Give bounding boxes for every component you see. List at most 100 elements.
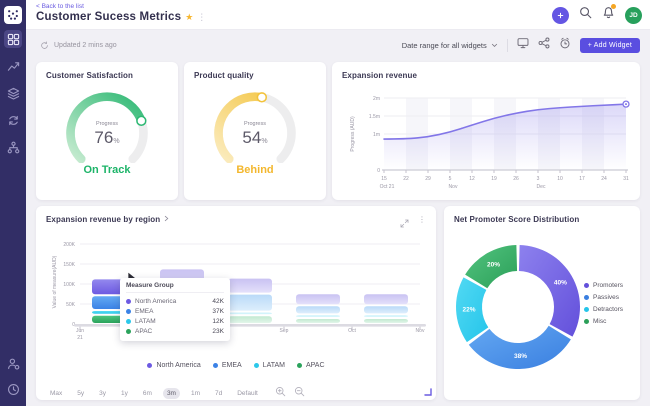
bar-segment-emea[interactable] [228,295,272,311]
gauge-handle[interactable] [257,93,266,102]
sidebar-item-grid[interactable] [4,30,22,48]
bar-segment-latam[interactable] [364,315,408,317]
tooltip-row: North America42K [126,296,224,306]
app-logo[interactable] [4,6,22,24]
axis-tick-label: 21 [77,335,83,341]
tooltip-title: Measure Group [126,282,224,293]
add-widget-button[interactable]: + Add Widget [580,38,640,53]
bar-segment-apac[interactable] [228,316,272,323]
date-range-label: Date range for all widgets [402,41,487,50]
bar-segment-apac[interactable] [296,319,340,323]
share-icon[interactable] [538,36,550,54]
back-link[interactable]: < Back to the list [36,3,84,10]
range-button-3y[interactable]: 3y [95,388,110,399]
legend-dot [584,283,589,288]
tooltip-series-value: 23K [212,328,224,335]
sidebar-item-user-settings[interactable] [4,354,22,372]
series-dot [126,319,131,324]
widget-customer-satisfaction: Customer Satisfaction Progress 76% On Tr… [36,62,178,200]
avatar[interactable]: JD [625,7,642,24]
range-button-3m[interactable]: 3m [163,388,180,399]
range-button-1m[interactable]: 1m [187,388,204,399]
legend-dot [584,319,589,324]
trend-icon [7,60,20,73]
axis-tick-label: 31 [623,176,629,182]
favorite-star-icon[interactable]: ★ [185,13,193,22]
page-title: Customer Sucess Metrics [36,11,181,23]
range-button-1y[interactable]: 1y [117,388,132,399]
donut-slice-promoters[interactable] [519,245,580,337]
legend-label: Promoters [593,282,623,289]
user-settings-icon [7,357,20,370]
slice-percent-label: 22% [463,307,476,314]
widget-expansion-revenue-by-region: Expansion revenue by region ⋮ 050K100K15… [36,206,436,400]
legend-item-passives[interactable]: Passives [584,294,623,301]
axis-tick-label: 3 [537,176,540,182]
range-button-7d[interactable]: 7d [211,388,226,399]
legend-label: Misc [593,318,606,325]
axis-tick-label: 10 [557,176,563,182]
app-root: < Back to the list Customer Sucess Metri… [0,0,650,406]
axis-tick-label: 5 [449,176,452,182]
bar-segment-apac[interactable] [364,319,408,323]
legend-dot [584,307,589,312]
notification-badge [611,4,616,9]
axis-tick-label: Dec [537,184,546,190]
range-button-5y[interactable]: 5y [73,388,88,399]
legend-item-north-america[interactable]: North America [147,362,200,369]
refresh-icon[interactable] [40,41,49,50]
zoom-in-icon[interactable] [275,384,286,402]
widget-title-text: Expansion revenue by region [46,215,160,224]
sidebar-item-history-clock[interactable] [4,380,22,398]
search-button[interactable] [579,6,592,24]
gauge-status: Behind [184,164,326,176]
bar-segment-emea[interactable] [296,306,340,313]
zoom-out-icon[interactable] [294,384,305,402]
axis-tick-label: 12 [469,176,475,182]
sidebar-item-layers[interactable] [4,84,22,102]
bar-segment-north-america[interactable] [228,279,272,293]
widget-nps-distribution: Net Promoter Score Distribution 40%38%22… [444,206,640,400]
axis-tick-label: 100K [63,282,75,288]
axis-tick-label: 15 [381,176,387,182]
end-marker-dot [625,103,627,105]
legend-item-emea[interactable]: EMEA [213,362,242,369]
legend-item-promoters[interactable]: Promoters [584,282,623,289]
series-dot [126,309,131,314]
monitor-icon[interactable] [517,36,529,54]
range-button-max[interactable]: Max [46,388,66,399]
chevron-right-icon[interactable] [164,215,169,224]
sidebar-item-trend[interactable] [4,57,22,75]
legend-item-detractors[interactable]: Detractors [584,306,623,313]
bar-segment-emea[interactable] [364,306,408,313]
create-new-button[interactable] [552,7,569,24]
notifications-button[interactable] [602,6,615,24]
axis-tick-label: 22 [403,176,409,182]
axis-tick-label: Oct [348,328,356,334]
range-button-6m[interactable]: 6m [139,388,156,399]
legend-item-misc[interactable]: Misc [584,318,623,325]
tooltip-series-label: North America [135,298,176,305]
slice-percent-label: 38% [514,353,527,360]
bar-segment-latam[interactable] [228,313,272,315]
axis-tick-label: 1m [373,132,380,138]
bar-segment-north-america[interactable] [364,294,408,304]
bar-segment-latam[interactable] [296,315,340,317]
bar-segment-north-america[interactable] [296,294,340,304]
alarm-icon[interactable] [559,36,571,54]
sidebar-item-sitemap[interactable] [4,138,22,156]
resize-handle[interactable] [424,388,432,396]
chart-zoom-controls [275,384,305,402]
axis-tick-label: Nov [416,328,425,334]
title-menu-icon[interactable]: ⋮ [197,13,206,22]
range-button-default[interactable]: Default [233,388,262,399]
date-range-select[interactable]: Date range for all widgets [402,41,498,50]
stacked-bar-chart[interactable]: 050K100K150K200KJun21JulAugSepOctNovValu… [42,230,430,342]
axis-tick-label: Oct 21 [380,184,395,190]
legend-item-apac[interactable]: APAC [297,362,325,369]
line-chart[interactable]: 01m1.5m2m1522295121926310172431Oct 21Nov… [338,86,634,196]
legend-item-latam[interactable]: LATAM [254,362,285,369]
donut-slice-passives[interactable] [469,326,571,369]
search-icon [579,6,592,19]
sidebar-item-sync[interactable] [4,111,22,129]
